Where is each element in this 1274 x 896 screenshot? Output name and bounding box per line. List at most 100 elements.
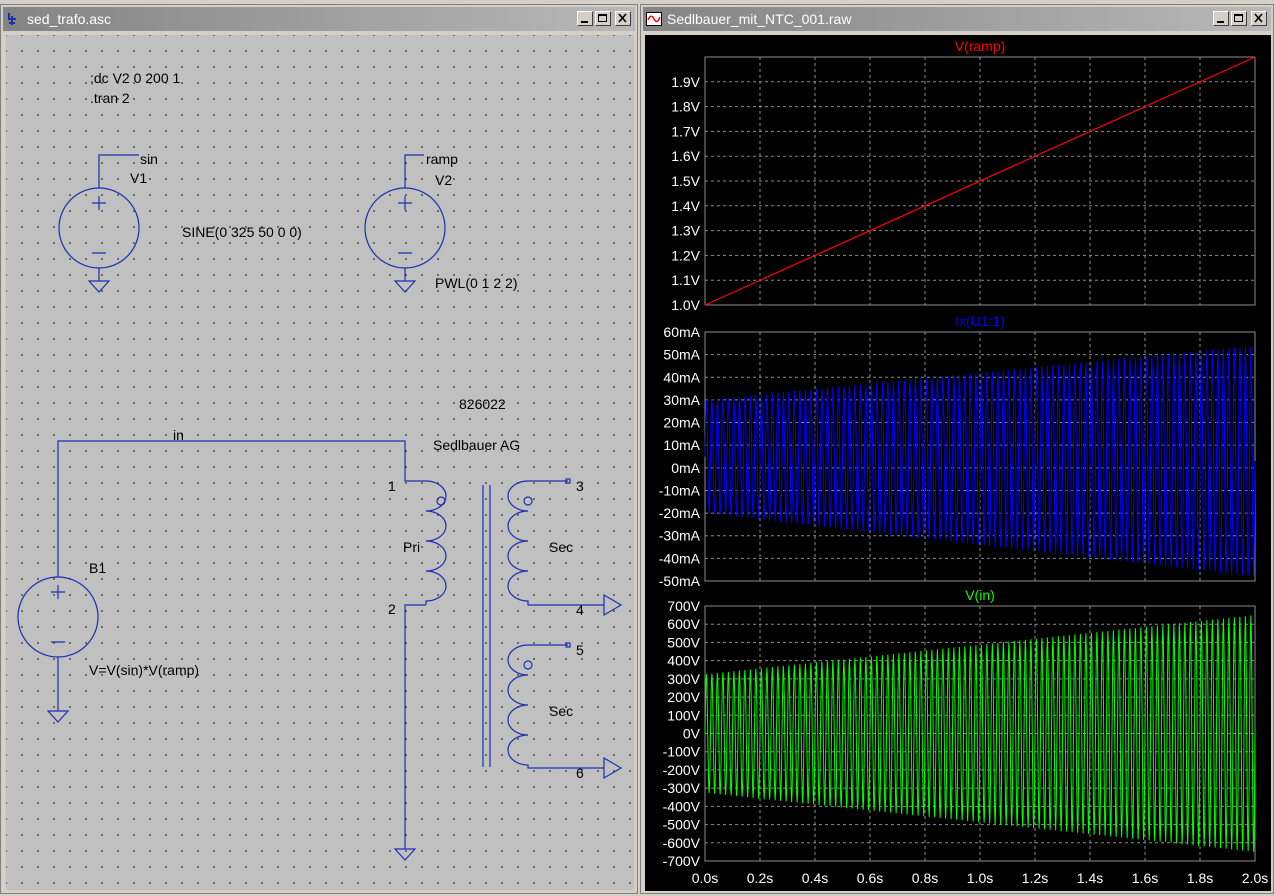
pin4-port[interactable] <box>603 593 623 617</box>
schematic-canvas[interactable]: ;dc V2 0 200 1 .tran 2 sin V1 SINE(0 325… <box>6 35 634 890</box>
x-tick-label: 1.8s <box>1187 870 1213 886</box>
b1-ground-symbol <box>46 657 70 723</box>
waveform-window[interactable]: Sedlbauer_mit_NTC_001.raw 1.0V 1.1V 1.2V 1.… <box>640 4 1274 894</box>
waveform-titlebar[interactable]: Sedlbauer_mit_NTC_001.raw <box>643 7 1271 31</box>
pin6-port[interactable] <box>603 756 623 780</box>
y-tick-label: 1.3V <box>671 223 700 239</box>
spice-directive-dc[interactable]: ;dc V2 0 200 1 <box>90 70 181 86</box>
v1-ground-symbol <box>87 268 111 293</box>
y-tick-label: 500V <box>667 634 700 650</box>
waveform-plot-area[interactable]: 1.0V 1.1V 1.2V 1.3V 1.4V 1.5V 1.6V 1.7V 1.8V 1.9V… <box>645 35 1271 891</box>
y-tick-label: 1.9V <box>671 74 700 90</box>
trace-title-vin[interactable]: V(in) <box>965 587 995 603</box>
waveform-plots[interactable]: 1.0V 1.1V 1.2V 1.3V 1.4V 1.5V 1.6V 1.7V 1.8V 1.9V… <box>645 35 1271 891</box>
trace-title-ix[interactable]: Ix(U1:1) <box>955 313 1005 329</box>
pin5-label: 5 <box>576 642 584 658</box>
secondary2-label[interactable]: Sec <box>549 703 573 719</box>
y-tick-label: -30mA <box>659 528 701 544</box>
y-tick-label: 1.5V <box>671 173 700 189</box>
y-tick-label: 10mA <box>663 437 700 453</box>
x-tick-label: 1.0s <box>967 870 993 886</box>
y-tick-label: 40mA <box>663 369 700 385</box>
y-tick-label: 20mA <box>663 415 700 431</box>
wave-close-button[interactable] <box>1251 11 1267 26</box>
x-tick-label: 1.2s <box>1022 870 1048 886</box>
y-tick-label: 30mA <box>663 392 700 408</box>
y-tick-label: 1.4V <box>671 198 700 214</box>
x-tick-label: 0.2s <box>747 870 773 886</box>
y-tick-label: -600V <box>663 835 701 851</box>
secondary1-label[interactable]: Sec <box>549 539 573 555</box>
y-tick-label: 50mA <box>663 347 700 363</box>
y-tick-label: 100V <box>667 707 700 723</box>
wave-minimize-button[interactable] <box>1213 11 1229 26</box>
secondary1-dot <box>523 496 533 506</box>
y-tick-label: -200V <box>663 762 701 778</box>
b1-name[interactable]: B1 <box>89 560 106 576</box>
y-tick-label: 1.2V <box>671 247 700 263</box>
secondary2-dot <box>523 660 533 670</box>
v1-polarity <box>92 196 106 254</box>
primary-label[interactable]: Pri <box>403 539 420 555</box>
trace-title-ramp[interactable]: V(ramp) <box>955 38 1006 54</box>
maximize-button[interactable] <box>595 11 611 26</box>
maximize-icon <box>598 14 607 22</box>
schematic-title: sed_trafo.asc <box>27 11 112 27</box>
pin2-label: 2 <box>388 601 396 617</box>
primary-dot <box>436 496 446 506</box>
v1-value[interactable]: SINE(0 325 50 0 0) <box>182 224 302 240</box>
schematic-window[interactable]: sed_trafo.asc ;dc V2 0 200 1 .tran 2 sin… <box>0 4 638 894</box>
y-tick-label: 300V <box>667 671 700 687</box>
x-tick-label: 1.4s <box>1077 870 1103 886</box>
v2-name[interactable]: V2 <box>435 172 452 188</box>
v2-polarity <box>398 196 412 254</box>
y-tick-label: 700V <box>667 598 700 614</box>
y-tick-label: 1.7V <box>671 123 700 139</box>
x-tick-label: 0.6s <box>857 870 883 886</box>
y-tick-label: -700V <box>663 853 701 869</box>
minimize-button[interactable] <box>577 11 593 26</box>
y-tick-label: -100V <box>663 744 701 760</box>
transformer-part[interactable]: 826022 <box>459 396 506 412</box>
pin3-label: 3 <box>576 478 584 494</box>
maximize-icon <box>1234 14 1243 22</box>
v2-ramp-wire <box>404 154 424 188</box>
y-tick-label: 200V <box>667 689 700 705</box>
minimize-icon <box>1217 21 1224 23</box>
wire-in <box>57 440 426 577</box>
x-tick-label: 2.0s <box>1242 870 1268 886</box>
x-tick-label: 0.4s <box>802 870 828 886</box>
close-button[interactable] <box>615 11 631 26</box>
close-icon <box>1254 13 1263 23</box>
v1-net-label[interactable]: sin <box>140 151 158 167</box>
y-tick-label: -400V <box>663 798 701 814</box>
y-tick-label: 1.6V <box>671 148 700 164</box>
primary-coil[interactable] <box>425 480 447 605</box>
y-tick-label: 600V <box>667 616 700 632</box>
transformer-core <box>482 485 491 767</box>
pin6-label: 6 <box>576 765 584 781</box>
v2-ground-symbol <box>393 268 417 293</box>
x-tick-label: 0.0s <box>692 870 718 886</box>
v2-net-label[interactable]: ramp <box>426 151 458 167</box>
b1-polarity <box>51 585 65 643</box>
schematic-titlebar[interactable]: sed_trafo.asc <box>3 7 635 31</box>
b1-value[interactable]: V=V(sin)*V(ramp) <box>89 662 199 678</box>
wave-maximize-button[interactable] <box>1231 11 1247 26</box>
y-tick-label: -300V <box>663 780 701 796</box>
minimize-icon <box>581 21 588 23</box>
in-net-label[interactable]: in <box>173 427 184 443</box>
v1-name[interactable]: V1 <box>130 170 147 186</box>
transformer-maker[interactable]: Sedlbauer AG <box>433 437 520 453</box>
y-tick-label: 1.1V <box>671 272 700 288</box>
spice-directive-tran[interactable]: .tran 2 <box>90 90 130 106</box>
schematic-doc-icon <box>8 13 16 25</box>
x-tick-label: 1.6s <box>1132 870 1158 886</box>
y-tick-label: 60mA <box>663 324 700 340</box>
schematic-drawing[interactable]: ;dc V2 0 200 1 .tran 2 sin V1 SINE(0 325… <box>6 35 634 890</box>
y-tick-label: -40mA <box>659 550 701 566</box>
y-tick-label: 0V <box>683 726 701 742</box>
primary-ground-wire <box>393 604 426 861</box>
v2-value[interactable]: PWL(0 1 2 2) <box>435 275 517 291</box>
y-tick-label: 0mA <box>671 460 700 476</box>
